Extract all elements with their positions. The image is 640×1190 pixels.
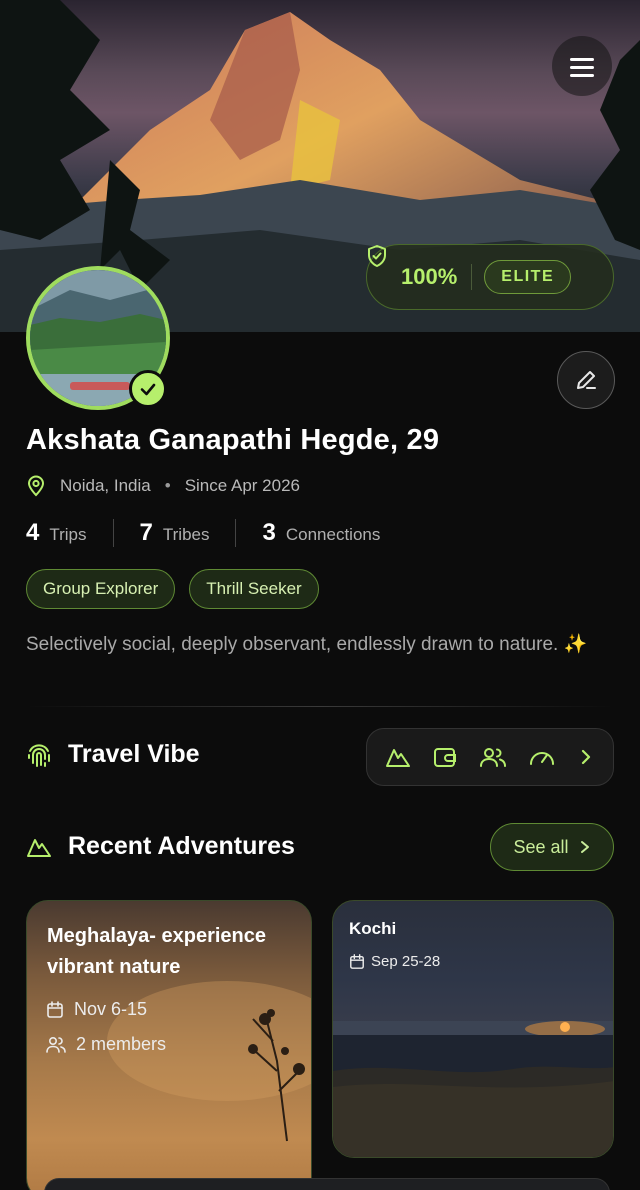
tag-thrill-seeker[interactable]: Thrill Seeker bbox=[189, 569, 319, 609]
location-pin-icon bbox=[27, 475, 45, 497]
beach-sunset-image bbox=[333, 1021, 613, 1157]
stat-divider bbox=[235, 519, 237, 547]
completion-percent: 100% bbox=[401, 264, 458, 289]
stat-trips[interactable]: 4 Trips bbox=[26, 519, 87, 547]
stat-value: 3 bbox=[262, 519, 276, 546]
group-icon bbox=[479, 748, 506, 767]
stat-divider bbox=[112, 519, 114, 547]
group-icon bbox=[46, 1036, 66, 1053]
bottom-navigation-bar[interactable] bbox=[44, 1178, 610, 1190]
card-date-text: Nov 6-15 bbox=[74, 999, 148, 1019]
member-since: Since Apr 2026 bbox=[184, 476, 300, 495]
section-title: Recent Adventures bbox=[68, 832, 295, 860]
see-all-button[interactable]: See all bbox=[490, 823, 614, 871]
chevron-right-icon bbox=[581, 749, 590, 765]
tier-badge: ELITE bbox=[484, 260, 572, 294]
shield-check-icon bbox=[368, 245, 386, 267]
verified-badge bbox=[129, 370, 167, 408]
menu-button[interactable] bbox=[552, 36, 612, 96]
recent-adventures-header: Recent Adventures bbox=[26, 832, 295, 861]
card-title: Kochi bbox=[349, 919, 397, 938]
section-title: Travel Vibe bbox=[68, 740, 200, 768]
chevron-right-icon bbox=[580, 841, 589, 853]
stats-row: 4 Trips 7 Tribes 3 Connections bbox=[26, 516, 380, 550]
card-members: 2 members bbox=[46, 1034, 166, 1055]
calendar-icon bbox=[47, 1000, 63, 1018]
stat-label: Tribes bbox=[162, 525, 210, 544]
wallet-icon bbox=[434, 748, 457, 767]
card-title: Meghalaya- experience vibrant nature bbox=[47, 925, 266, 978]
stat-label: Trips bbox=[49, 525, 87, 544]
card-date-text: Sep 25-28 bbox=[371, 953, 441, 970]
mountain-icon bbox=[386, 749, 411, 767]
tag-group-explorer[interactable]: Group Explorer bbox=[26, 569, 176, 609]
persona-tags: Group Explorer Thrill Seeker bbox=[26, 569, 319, 609]
location-row: Noida, India • Since Apr 2026 bbox=[26, 474, 300, 498]
location-text: Noida, India bbox=[60, 476, 151, 495]
see-all-label: See all bbox=[513, 836, 569, 857]
stat-label: Connections bbox=[285, 525, 381, 544]
pencil-icon bbox=[577, 371, 596, 389]
edit-profile-button[interactable] bbox=[557, 351, 615, 409]
card-dates: Nov 6-15 bbox=[46, 999, 147, 1020]
mountain-icon bbox=[27, 838, 51, 857]
calendar-icon bbox=[350, 953, 364, 969]
card-dates: Sep 25-28 bbox=[349, 953, 440, 970]
profile-completion-badge[interactable]: 100% ELITE bbox=[366, 244, 614, 310]
stat-value: 7 bbox=[139, 519, 153, 546]
check-icon bbox=[140, 383, 156, 396]
speed-gauge-icon bbox=[529, 752, 554, 765]
profile-bio: Selectively social, deeply observant, en… bbox=[26, 634, 588, 655]
section-divider bbox=[26, 706, 614, 707]
fingerprint-icon bbox=[28, 743, 50, 767]
stat-connections[interactable]: 3 Connections bbox=[262, 519, 380, 547]
travel-vibe-icons[interactable] bbox=[366, 728, 614, 786]
card-members-text: 2 members bbox=[76, 1034, 167, 1054]
badge-divider bbox=[471, 264, 473, 290]
stat-tribes[interactable]: 7 Tribes bbox=[140, 519, 210, 547]
separator-dot: • bbox=[164, 476, 171, 495]
travel-vibe-header: Travel Vibe bbox=[26, 740, 200, 769]
adventure-card[interactable]: Kochi Sep 25-28 bbox=[332, 900, 614, 1158]
stat-value: 4 bbox=[26, 519, 40, 546]
profile-name: Akshata Ganapathi Hegde, 29 bbox=[26, 424, 440, 456]
